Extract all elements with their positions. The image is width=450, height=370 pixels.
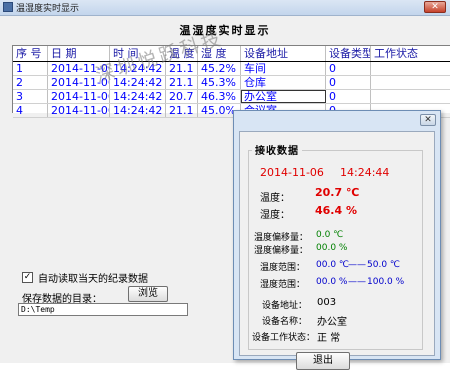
temp-offset-label: 温度偏移量： [254,233,309,243]
cell-index[interactable]: 3 [13,90,48,103]
humidity-value: 46.4 % [315,204,357,217]
humid-offset-value: 00.0 % [316,243,348,253]
cell-time[interactable]: 14:24:42 [110,104,166,117]
exit-button[interactable]: 退出 [296,352,350,370]
humidity-label: 湿度： [260,210,290,221]
cell-temperature[interactable]: 21.1 ℃ [166,104,198,117]
header-index[interactable]: 序 号 [13,46,48,61]
cell-device-address[interactable]: 办公室 [241,90,326,103]
cell-index[interactable]: 1 [13,62,48,75]
table-row[interactable]: 1 2014-11-06 14:24:42 21.1 ℃ 45.2% 车间 0 [13,62,450,76]
main-window: 温湿度实时显示 ✕ 温湿度实时显示 序 号 日 期 时 间 温 度 湿 度 设备… [0,0,450,370]
table-row[interactable]: 2 2014-11-06 14:24:42 21.1 ℃ 45.3% 仓库 0 [13,76,450,90]
cell-temperature[interactable]: 20.7 ℃ [166,90,198,103]
auto-read-label: 自动读取当天的纪录数据 [38,274,148,285]
humid-range-label: 湿度范围： [260,280,306,290]
grid-header: 序 号 日 期 时 间 温 度 湿 度 设备地址 设备类型 工作状态 [13,46,450,62]
device-status-value: 正 常 [317,333,341,344]
title-bar[interactable]: 温湿度实时显示 ✕ [0,0,450,16]
group-legend: 接收数据 [252,142,302,157]
cell-device-type[interactable]: 0 [326,76,371,89]
browse-button[interactable]: 浏览 [128,286,168,302]
window-title: 温湿度实时显示 [16,4,80,14]
receive-date: 2014-11-06 [260,166,324,179]
app-icon [3,2,13,12]
device-status-label: 设备工作状态： [252,333,316,343]
data-grid[interactable]: 序 号 日 期 时 间 温 度 湿 度 设备地址 设备类型 工作状态 1 201… [12,45,450,118]
auto-read-checkbox[interactable]: ✓ [22,272,33,283]
temperature-label: 温度： [260,193,290,204]
cell-work-status[interactable] [371,90,450,103]
receive-data-dialog: ✕ 接收数据 2014-11-06 14:24:44 温度： 20.7 ℃ 湿度… [233,110,441,370]
cell-device-type[interactable]: 0 [326,62,371,75]
humid-range-min: 00.0 % [316,277,348,287]
page-heading: 温湿度实时显示 [179,24,271,37]
temp-range-min: 00.0 ℃ [316,260,350,270]
humid-offset-label: 湿度偏移量： [254,246,309,256]
temperature-value: 20.7 ℃ [315,186,360,199]
header-device-type[interactable]: 设备类型 [326,46,371,61]
humid-range-separator: —— [348,277,366,287]
dialog-body: 接收数据 2014-11-06 14:24:44 温度： 20.7 ℃ 湿度： … [239,131,435,370]
save-path-input[interactable]: D:\Temp [18,303,188,316]
cell-index[interactable]: 4 [13,104,48,117]
cell-device-address[interactable]: 车间 [241,62,326,75]
cell-work-status[interactable] [371,62,450,75]
humid-range-max: 100.0 % [367,277,405,287]
temp-range-label: 温度范围： [260,263,306,273]
device-address-label: 设备地址： [262,301,308,311]
header-device-address[interactable]: 设备地址 [241,46,326,61]
cell-temperature[interactable]: 21.1 ℃ [166,76,198,89]
table-row[interactable]: 3 2014-11-06 14:24:42 20.7 ℃ 46.3% 办公室 0 [13,90,450,104]
dialog-close-button[interactable]: ✕ [420,114,436,126]
header-work-status[interactable]: 工作状态 [371,46,450,61]
device-name-label: 设备名称： [262,317,308,327]
cell-index[interactable]: 2 [13,76,48,89]
device-address-value: 003 [317,297,337,308]
device-name-value: 办公室 [317,317,347,328]
cell-date[interactable]: 2014-11-06 [48,104,110,117]
temp-offset-value: 0.0 ℃ [316,230,344,240]
cell-humidity[interactable]: 46.3% [198,90,241,103]
auto-read-option[interactable]: ✓ 自动读取当天的纪录数据 [22,270,148,285]
cell-time[interactable]: 14:24:42 [110,90,166,103]
temp-range-separator: —— [348,260,366,270]
cell-work-status[interactable] [371,76,450,89]
window-close-button[interactable]: ✕ [424,1,446,13]
cell-device-type[interactable]: 0 [326,90,371,103]
cell-humidity[interactable]: 45.3% [198,76,241,89]
cell-humidity[interactable]: 45.2% [198,62,241,75]
receive-time: 14:24:44 [340,166,390,179]
cell-date[interactable]: 2014-11-06 [48,90,110,103]
temp-range-max: 50.0 ℃ [367,260,401,270]
cell-device-address[interactable]: 仓库 [241,76,326,89]
